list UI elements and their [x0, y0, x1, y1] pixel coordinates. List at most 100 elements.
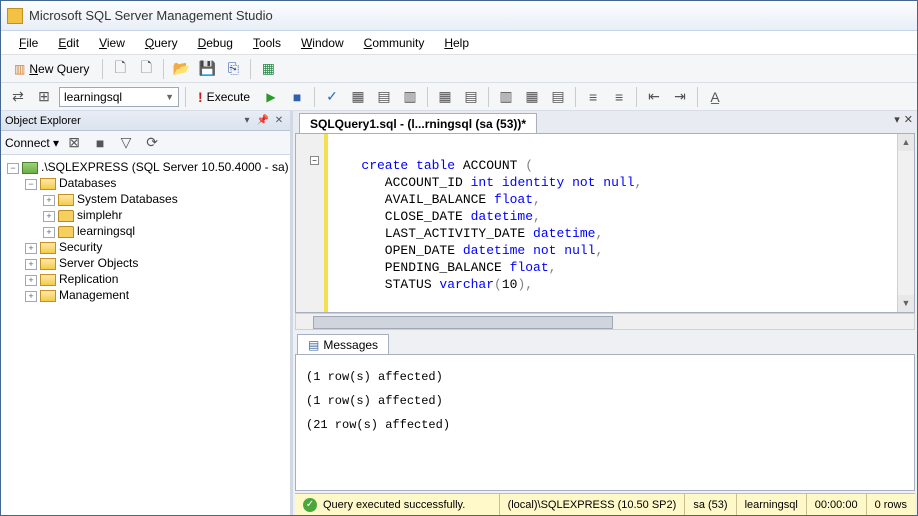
new-project-icon[interactable]: 🗋 [135, 58, 157, 80]
status-user: sa (53) [684, 494, 735, 515]
toolbar-sql: ⇄ ⊞ learningsql ▼ ! Execute ▶ ■ ✓ ▦ ▤ ▥ … [1, 83, 917, 111]
tree-system-databases-node[interactable]: +System Databases [3, 191, 288, 207]
save-icon[interactable]: 💾 [196, 58, 218, 80]
close-icon[interactable]: ✕ [272, 115, 286, 126]
editor-tab-active[interactable]: SQLQuery1.sql - (l...rningsql (sa (53))* [299, 113, 537, 133]
results-grid-icon[interactable]: ▦ [521, 86, 543, 108]
execute-icon: ! [198, 89, 203, 105]
scroll-down-icon[interactable]: ▼ [898, 295, 914, 312]
open-file-icon[interactable]: 📂 [170, 58, 192, 80]
change-margin [324, 134, 328, 312]
disconnect-icon[interactable]: ⊠ [63, 132, 85, 154]
menu-query[interactable]: Query [137, 33, 186, 53]
editor-panel: SQLQuery1.sql - (l...rningsql (sa (53))*… [293, 111, 917, 515]
success-icon: ✓ [303, 498, 317, 512]
separator [427, 87, 428, 107]
execute-button[interactable]: ! Execute [192, 87, 256, 107]
tree-server-node[interactable]: −.\SQLEXPRESS (SQL Server 10.50.4000 - s… [3, 159, 288, 175]
menu-window[interactable]: Window [293, 33, 352, 53]
menu-view[interactable]: View [91, 33, 133, 53]
separator [636, 87, 637, 107]
separator [163, 59, 164, 79]
results-text-icon[interactable]: ▥ [495, 86, 517, 108]
uncomment-icon[interactable]: ≡ [608, 86, 630, 108]
status-time: 00:00:00 [806, 494, 866, 515]
vertical-scrollbar[interactable]: ▲ ▼ [897, 134, 914, 312]
tree-management-node[interactable]: +Management [3, 287, 288, 303]
tab-close-icon[interactable]: ✕ [904, 113, 913, 126]
separator [185, 87, 186, 107]
status-rows: 0 rows [866, 494, 915, 515]
tab-dropdown-icon[interactable]: ▾ [894, 113, 900, 126]
available-db-icon[interactable]: ⊞ [33, 86, 55, 108]
tree-db-simplehr[interactable]: +simplehr [3, 207, 288, 223]
object-explorer-tree[interactable]: −.\SQLEXPRESS (SQL Server 10.50.4000 - s… [1, 155, 290, 515]
separator [102, 59, 103, 79]
app-icon [7, 8, 23, 24]
connect-button[interactable]: Connect ▾ [5, 136, 59, 150]
status-server: (local)\SQLEXPRESS (10.50 SP2) [499, 494, 685, 515]
pin-icon[interactable]: ▾ [240, 115, 254, 126]
include-stats-icon[interactable]: ▤ [460, 86, 482, 108]
increase-indent-icon[interactable]: ⇥ [669, 86, 691, 108]
stop-icon[interactable]: ■ [89, 132, 111, 154]
scrollbar-thumb[interactable] [313, 316, 613, 329]
editor-gutter: − [296, 134, 328, 312]
results-file-icon[interactable]: ▤ [547, 86, 569, 108]
menu-help[interactable]: Help [436, 33, 477, 53]
chevron-down-icon: ▼ [165, 92, 174, 102]
intellisense-icon[interactable]: ▥ [399, 86, 421, 108]
messages-pane[interactable]: (1 row(s) affected)(1 row(s) affected)(2… [295, 354, 915, 491]
autohide-icon[interactable]: 📌 [256, 115, 270, 126]
tree-server-objects-node[interactable]: +Server Objects [3, 255, 288, 271]
menu-debug[interactable]: Debug [190, 33, 241, 53]
database-combo-value: learningsql [64, 90, 122, 104]
object-explorer-title: Object Explorer [5, 115, 81, 127]
code-editor[interactable]: − create table ACCOUNT ( ACCOUNT_ID int … [295, 133, 915, 313]
change-connection-icon[interactable]: ⇄ [7, 86, 29, 108]
separator [250, 59, 251, 79]
tree-db-learningsql[interactable]: +learningsql [3, 223, 288, 239]
tree-security-node[interactable]: +Security [3, 239, 288, 255]
include-plan-icon[interactable]: ▦ [434, 86, 456, 108]
fold-icon[interactable]: − [310, 156, 319, 165]
separator [488, 87, 489, 107]
object-explorer-toolbar: Connect ▾ ⊠ ■ ▽ ⟳ [1, 131, 290, 155]
query-options-icon[interactable]: ▤ [373, 86, 395, 108]
menu-file[interactable]: File [11, 33, 46, 53]
menu-community[interactable]: Community [356, 33, 433, 53]
object-explorer-header: Object Explorer ▾ 📌 ✕ [1, 111, 290, 131]
tree-replication-node[interactable]: +Replication [3, 271, 288, 287]
separator [575, 87, 576, 107]
scroll-up-icon[interactable]: ▲ [898, 134, 914, 151]
refresh-icon[interactable]: ⟳ [141, 132, 163, 154]
database-combo[interactable]: learningsql ▼ [59, 87, 179, 107]
estimated-plan-icon[interactable]: ▦ [347, 86, 369, 108]
specify-template-icon[interactable]: A̲ [704, 86, 726, 108]
tree-databases-node[interactable]: −Databases [3, 175, 288, 191]
menu-tools[interactable]: Tools [245, 33, 289, 53]
code-text[interactable]: create table ACCOUNT ( ACCOUNT_ID int id… [328, 134, 897, 312]
new-file-icon[interactable]: 🗋 [109, 58, 131, 80]
parse-icon[interactable]: ✓ [321, 86, 343, 108]
horizontal-scrollbar[interactable] [295, 313, 915, 330]
comment-icon[interactable]: ≡ [582, 86, 604, 108]
new-query-icon: ▥ [14, 62, 25, 76]
decrease-indent-icon[interactable]: ⇤ [643, 86, 665, 108]
status-bar: ✓ Query executed successfully. (local)\S… [295, 493, 915, 515]
main-area: Object Explorer ▾ 📌 ✕ Connect ▾ ⊠ ■ ▽ ⟳ … [1, 111, 917, 515]
status-message: ✓ Query executed successfully. [295, 494, 499, 515]
save-all-icon[interactable]: ⎘ [222, 58, 244, 80]
object-explorer-panel: Object Explorer ▾ 📌 ✕ Connect ▾ ⊠ ■ ▽ ⟳ … [1, 111, 293, 515]
filter-icon[interactable]: ▽ [115, 132, 137, 154]
title-bar: Microsoft SQL Server Management Studio [1, 1, 917, 31]
activity-monitor-icon[interactable]: ▦ [257, 58, 279, 80]
new-query-button[interactable]: ▥ New Query [7, 59, 96, 79]
debug-icon[interactable]: ▶ [260, 86, 282, 108]
separator [697, 87, 698, 107]
menu-edit[interactable]: Edit [50, 33, 87, 53]
messages-tab[interactable]: ▤ Messages [297, 334, 389, 354]
menu-bar: File Edit View Query Debug Tools Window … [1, 31, 917, 55]
stop-icon[interactable]: ■ [286, 86, 308, 108]
messages-icon: ▤ [308, 338, 319, 352]
